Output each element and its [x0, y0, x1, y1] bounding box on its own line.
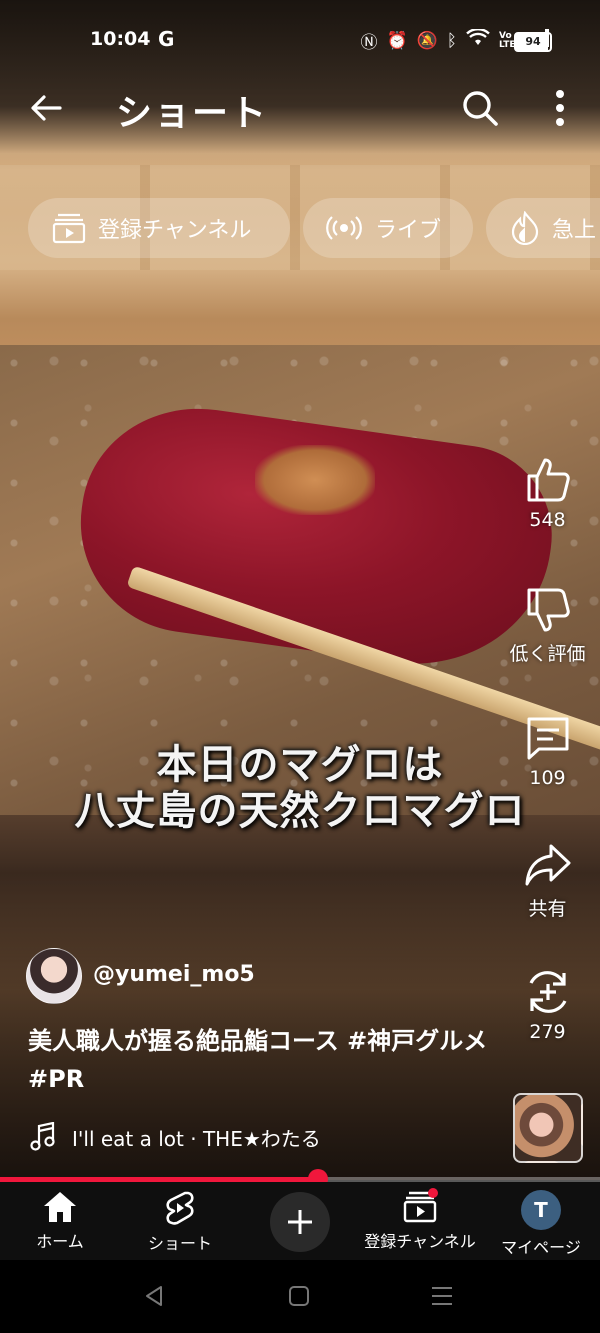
nav-me-label: マイページ	[501, 1238, 581, 1257]
status-time: 10:04	[90, 28, 151, 50]
subscriptions-new-dot	[428, 1188, 438, 1198]
battery-level: 94	[525, 35, 541, 48]
chip-live[interactable]: ライブ	[303, 198, 473, 258]
like-button[interactable]: 548	[500, 455, 595, 531]
remix-count: 279	[529, 1021, 566, 1043]
google-g-icon: G	[158, 27, 175, 51]
system-navigation-bar	[0, 1260, 600, 1333]
thumbs-up-icon	[527, 458, 570, 502]
nav-shorts[interactable]: ショート	[135, 1190, 225, 1254]
dislike-label: 低く評価	[509, 643, 586, 665]
nfc-icon: Ⓝ	[360, 33, 378, 53]
alarm-icon: ⏰	[386, 30, 408, 51]
chip-live-label: ライブ	[375, 218, 442, 243]
bluetooth-icon: ᛒ	[446, 30, 457, 51]
nav-me[interactable]: T マイページ	[496, 1190, 586, 1258]
channel-handle[interactable]: @yumei_mo5	[93, 962, 255, 987]
more-options-button[interactable]	[540, 86, 580, 130]
bottom-navigation: ホーム ショート 登録チャンネル T マイページ	[0, 1182, 600, 1260]
filter-chips: 登録チャンネル ライブ 急上	[28, 198, 600, 260]
music-note-icon	[30, 1122, 55, 1151]
hashtag-pr[interactable]: #PR	[28, 1065, 84, 1093]
system-home-icon[interactable]	[287, 1284, 311, 1308]
create-button[interactable]	[270, 1192, 330, 1252]
share-label: 共有	[528, 898, 567, 920]
hashtag-kobe-gourmet[interactable]: #神戸グルメ	[347, 1027, 487, 1055]
remix-icon	[529, 971, 566, 1013]
music-info[interactable]: I'll eat a lot · THE★わたる	[30, 1122, 321, 1152]
top-header: ショート	[0, 82, 600, 134]
comments-button[interactable]: 109	[500, 713, 595, 789]
share-arrow-icon	[525, 844, 570, 886]
page-title: ショート	[116, 93, 269, 134]
share-button[interactable]: 共有	[500, 840, 595, 921]
wifi-icon	[466, 27, 490, 52]
video-topping	[255, 445, 375, 515]
remix-button[interactable]: 279	[500, 967, 595, 1043]
music-label: I'll eat a lot · THE★わたる	[72, 1126, 321, 1151]
back-button[interactable]	[26, 86, 70, 130]
trending-flame-icon	[511, 211, 539, 245]
nav-shorts-label: ショート	[147, 1234, 212, 1253]
nav-home-label: ホーム	[36, 1232, 84, 1251]
plus-icon	[288, 1210, 312, 1234]
system-recents-icon[interactable]	[430, 1284, 454, 1308]
like-count: 548	[529, 509, 566, 531]
more-vertical-icon	[556, 90, 564, 126]
search-icon	[463, 91, 498, 126]
video-description[interactable]: 美人職人が握る絶品鮨コース #神戸グルメ #PR	[28, 1022, 498, 1098]
chip-trending-label: 急上	[552, 218, 597, 243]
search-button[interactable]	[458, 86, 502, 130]
battery-icon: 94	[514, 32, 552, 52]
chip-subscriptions-label: 登録チャンネル	[98, 218, 252, 243]
account-avatar: T	[521, 1190, 561, 1230]
subscriptions-icon	[52, 213, 86, 244]
chip-trending[interactable]: 急上	[486, 198, 600, 258]
comment-icon	[527, 717, 568, 760]
shorts-icon	[166, 1191, 194, 1225]
comment-count: 109	[529, 767, 566, 789]
dislike-button[interactable]: 低く評価	[500, 585, 595, 666]
mute-icon: 🔕	[416, 30, 438, 51]
channel-avatar[interactable]	[26, 948, 82, 1004]
system-back-icon[interactable]	[142, 1284, 166, 1308]
nav-subscriptions-label: 登録チャンネル	[364, 1232, 476, 1251]
sound-thumbnail[interactable]	[513, 1093, 583, 1163]
nav-subscriptions[interactable]: 登録チャンネル	[358, 1188, 482, 1252]
live-icon	[326, 216, 362, 240]
chip-subscriptions[interactable]: 登録チャンネル	[28, 198, 290, 258]
home-icon	[44, 1192, 76, 1222]
thumbs-down-icon	[527, 588, 570, 632]
nav-home[interactable]: ホーム	[20, 1190, 100, 1252]
description-text: 美人職人が握る絶品鮨コース	[28, 1027, 348, 1055]
status-bar: 10:04 G Ⓝ ⏰ 🔕 ᛒ Vo LTE 94	[0, 22, 600, 62]
back-arrow-icon	[31, 95, 62, 121]
